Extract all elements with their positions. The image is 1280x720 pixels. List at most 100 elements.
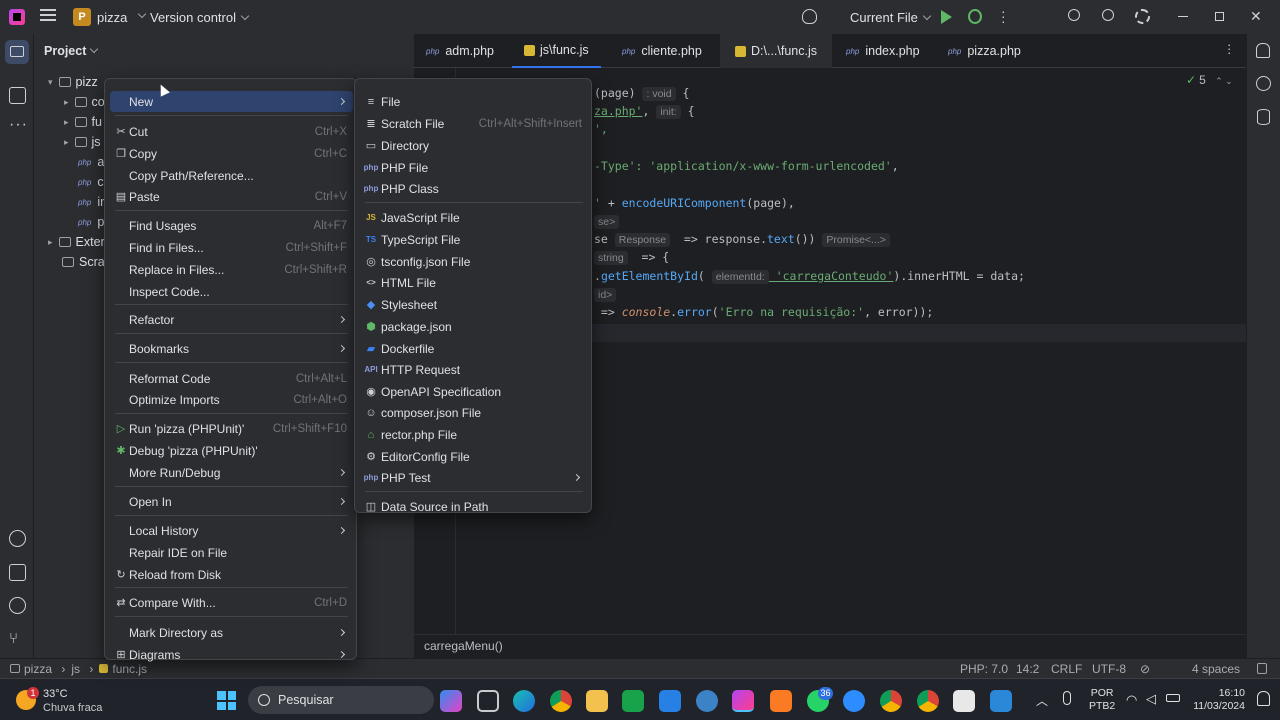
new-item-html-file[interactable]: <> HTML File [360,272,588,293]
notification-center-icon[interactable] [1257,691,1270,706]
menu-item-compare-with[interactable]: ⇄ Compare With... Ctrl+D [110,592,353,613]
structure-icon[interactable] [9,87,26,104]
new-item-http-request[interactable]: API HTTP Request [360,359,588,380]
phpstorm-taskbar-icon[interactable] [732,690,754,712]
zoom-icon[interactable] [843,690,865,712]
lock-icon[interactable] [1257,663,1267,674]
copilot-icon[interactable] [440,690,462,712]
start-button[interactable] [217,691,236,710]
new-item-javascript-file[interactable]: JS JavaScript File [360,207,588,228]
problems-icon[interactable] [9,597,26,614]
new-item-openapi-specification[interactable]: ◉ OpenAPI Specification [360,381,588,402]
media-player-icon[interactable] [696,690,718,712]
menu-item-reload-from-disk[interactable]: ↻ Reload from Disk [110,564,353,585]
tab-adm-php[interactable]: php adm.php [426,34,494,68]
project-tool-icon[interactable] [5,40,29,64]
microphone-icon[interactable] [1063,691,1071,705]
minimize-button[interactable] [1178,16,1188,17]
menu-item-find-in-files[interactable]: Find in Files... Ctrl+Shift+F [110,237,353,258]
chrome-profile2-icon[interactable] [917,690,939,712]
services-icon[interactable] [9,530,26,547]
tab-func-js[interactable]: js\func.js [512,34,601,68]
new-item-package-json[interactable]: ⬢ package.json [360,316,588,337]
task-view-icon[interactable] [477,690,499,712]
more-tools-icon[interactable]: ··· [9,116,28,134]
run-icon[interactable] [941,10,952,24]
notepad-plus-icon[interactable] [622,690,644,712]
close-button[interactable]: ✕ [1250,8,1262,25]
chrome-profile-icon[interactable] [880,690,902,712]
menu-item-new[interactable]: New [110,91,353,112]
editor-breadcrumb[interactable]: carregaMenu() [414,634,1246,658]
cursor-position[interactable]: 14:2 [1016,662,1039,676]
menu-item-run-pizza-phpunit[interactable]: ▷ Run 'pizza (PHPUnit)' Ctrl+Shift+F10 [110,418,353,439]
new-item-editorconfig-file[interactable]: ⚙ EditorConfig File [360,446,588,467]
new-item-dockerfile[interactable]: ▰ Dockerfile [360,338,588,359]
volume-icon[interactable]: ◁ [1146,691,1156,707]
new-item-data-source-in-path[interactable]: ◫ Data Source in Path [360,496,588,517]
new-item-directory[interactable]: ▭ Directory [360,135,588,156]
add-user-icon[interactable] [1068,9,1080,21]
power-automate-icon[interactable] [659,690,681,712]
notifications-icon[interactable] [1256,43,1270,58]
new-item-rector-php-file[interactable]: ⌂ rector.php File [360,424,588,445]
file-encoding[interactable]: UTF-8 [1092,662,1126,676]
chrome-icon[interactable] [550,690,572,712]
menu-item-find-usages[interactable]: Find Usages Alt+F7 [110,215,353,236]
search-icon[interactable] [1102,9,1114,21]
restore-button[interactable] [1215,12,1224,21]
ai-assistant-icon[interactable] [1256,76,1271,91]
project-panel-title[interactable]: Project [44,44,99,58]
project-switcher[interactable]: P pizza [73,8,147,26]
tab-pizza-php[interactable]: php pizza.php [948,34,1021,68]
menu-item-bookmarks[interactable]: Bookmarks [110,338,353,359]
indent-setting[interactable]: 4 spaces [1192,662,1240,676]
menu-item-open-in[interactable]: Open In [110,491,353,512]
new-item-file[interactable]: ≡ File [360,91,588,112]
debug-icon[interactable] [968,9,982,24]
edge-icon[interactable] [513,690,535,712]
menu-item-copy[interactable]: ❐ Copy Ctrl+C [110,143,353,164]
tab-func-js-d[interactable]: D:\...\func.js [720,34,832,68]
menu-item-more-run-debug[interactable]: More Run/Debug [110,462,353,483]
file-explorer-icon[interactable] [586,690,608,712]
language-indicator[interactable]: POR PTB2 [1089,687,1115,713]
app-icon[interactable] [953,690,975,712]
terminal-icon[interactable] [9,564,26,581]
menu-item-replace-in-files[interactable]: Replace in Files... Ctrl+Shift+R [110,259,353,280]
readonly-toggle-icon[interactable]: ⊘ [1140,662,1150,676]
menu-item-mark-directory-as[interactable]: Mark Directory as [110,622,353,643]
new-item-php-test[interactable]: php PHP Test [360,467,588,488]
menu-item-local-history[interactable]: Local History [110,520,353,541]
database-icon[interactable] [1257,109,1270,125]
line-separator[interactable]: CRLF [1051,662,1082,676]
menu-item-reformat-code[interactable]: Reformat Code Ctrl+Alt+L [110,368,353,389]
run-config-selector[interactable]: Current File [850,10,932,25]
wifi-icon[interactable]: ◠ [1126,692,1137,708]
menu-item-repair-ide-on-file[interactable]: Repair IDE on File [110,542,353,563]
menu-item-refactor[interactable]: Refactor [110,309,353,330]
tray-overflow-icon[interactable]: ︿ [1036,692,1048,709]
tab-cliente-php[interactable]: php cliente.php [622,34,702,68]
battery-icon[interactable] [1166,694,1180,702]
bug-icon[interactable] [802,9,817,24]
new-item-composer-json-file[interactable]: ☺ composer.json File [360,402,588,423]
menu-item-diagrams[interactable]: ⊞ Diagrams [110,644,353,665]
version-control-button[interactable]: Version control [150,10,250,25]
new-item-php-class[interactable]: php PHP Class [360,178,588,199]
new-item-typescript-file[interactable]: TS TypeScript File [360,229,588,250]
git-icon[interactable]: ⑂ [9,630,26,647]
menu-item-optimize-imports[interactable]: Optimize Imports Ctrl+Alt+O [110,389,353,410]
notepad-icon[interactable] [990,690,1012,712]
tab-index-php[interactable]: php index.php [846,34,920,68]
inspection-widget[interactable]: ✓ 5 ⌃ ⌄ [1186,73,1233,87]
more-actions-icon[interactable]: · · · [1001,4,1006,28]
menu-item-inspect-code[interactable]: Inspect Code... [110,281,353,302]
new-item-scratch-file[interactable]: ≣ Scratch File Ctrl+Alt+Shift+Insert [360,113,588,134]
menu-item-paste[interactable]: ▤ Paste Ctrl+V [110,186,353,207]
new-item-stylesheet[interactable]: ◆ Stylesheet [360,294,588,315]
settings-icon[interactable] [1135,9,1150,24]
menu-item-copy-path-reference[interactable]: Copy Path/Reference... [110,165,353,186]
main-menu-icon[interactable] [40,9,56,23]
clock[interactable]: 16:10 11/03/2024 [1193,687,1245,713]
